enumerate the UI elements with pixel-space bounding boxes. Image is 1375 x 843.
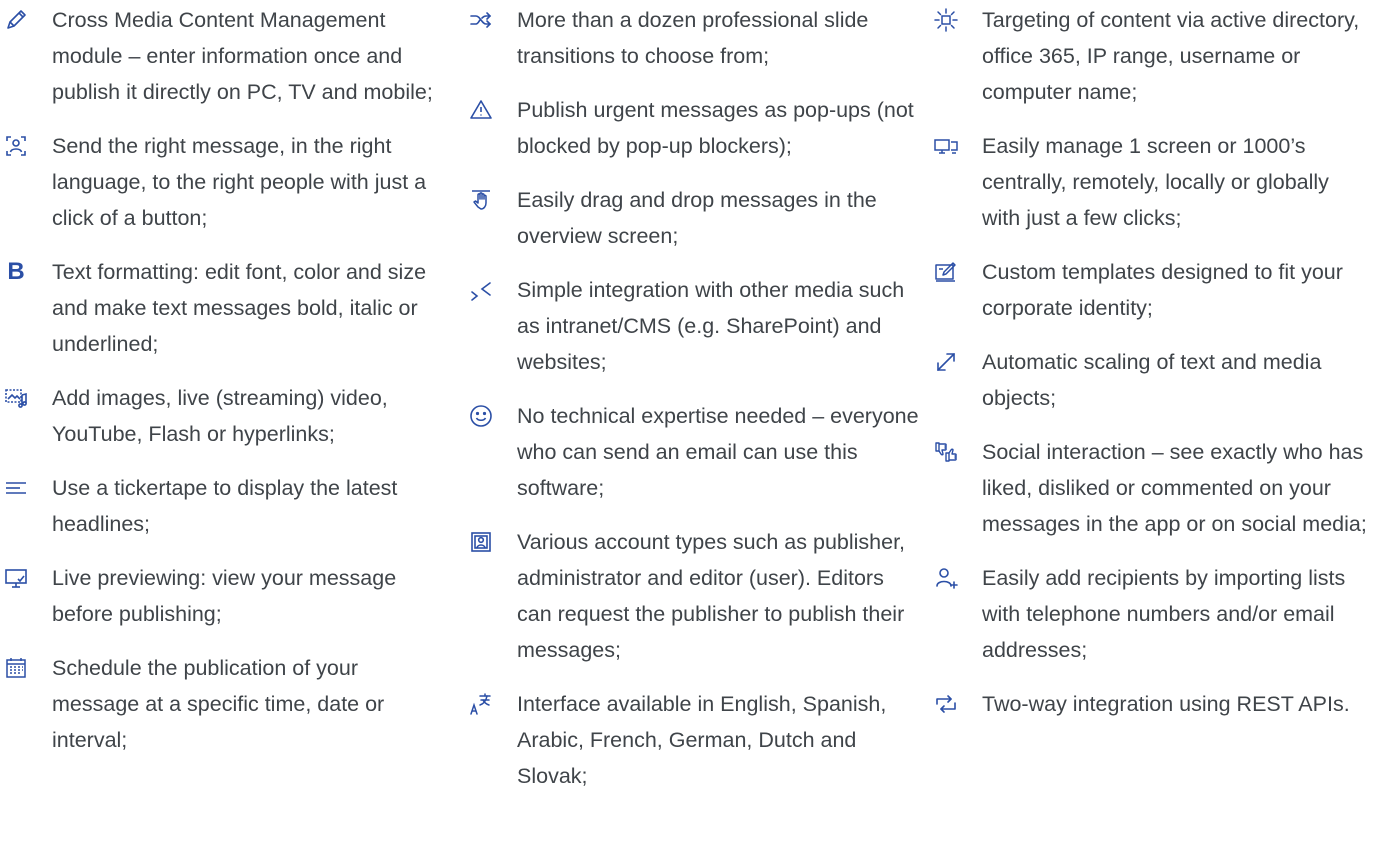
scale-arrow-icon xyxy=(934,350,958,374)
feature-text: No technical expertise needed – everyone… xyxy=(517,404,919,500)
feature-item: Live previewing: view your message befor… xyxy=(0,560,445,632)
language-icon xyxy=(469,692,493,716)
targeting-sun-icon xyxy=(934,8,958,32)
feature-item: B Text formatting: edit font, color and … xyxy=(0,254,445,362)
feature-text: Easily add recipients by importing lists… xyxy=(982,566,1346,662)
feature-item: Schedule the publication of your message… xyxy=(0,650,445,758)
feature-item: Two-way integration using REST APIs. xyxy=(930,686,1370,722)
feature-item: Social interaction – see exactly who has… xyxy=(930,434,1370,542)
feature-column-1: Cross Media Content Management module – … xyxy=(0,2,445,776)
ticker-lines-icon xyxy=(4,476,28,500)
feature-text: Interface available in English, Spanish,… xyxy=(517,692,887,788)
feature-text: Easily drag and drop messages in the ove… xyxy=(517,188,877,248)
target-person-icon xyxy=(4,134,28,158)
feature-item: Simple integration with other media such… xyxy=(465,272,920,380)
feature-item: Easily add recipients by importing lists… xyxy=(930,560,1370,668)
feature-item: Various account types such as publisher,… xyxy=(465,524,920,668)
feature-item: Cross Media Content Management module – … xyxy=(0,2,445,110)
feature-text: Easily manage 1 screen or 1000’s central… xyxy=(982,134,1329,230)
integration-arrows-icon xyxy=(469,278,493,302)
feature-item: Automatic scaling of text and media obje… xyxy=(930,344,1370,416)
feature-item: No technical expertise needed – everyone… xyxy=(465,398,920,506)
feature-list-page: Cross Media Content Management module – … xyxy=(0,0,1375,843)
shuffle-icon xyxy=(469,8,493,32)
feature-item: Add images, live (streaming) video, YouT… xyxy=(0,380,445,452)
feature-text: Two-way integration using REST APIs. xyxy=(982,692,1350,716)
feature-text: Custom templates designed to fit your co… xyxy=(982,260,1343,320)
feature-text: Cross Media Content Management module – … xyxy=(52,8,433,104)
feature-text: Send the right message, in the right lan… xyxy=(52,134,427,230)
feature-text: Social interaction – see exactly who has… xyxy=(982,440,1367,536)
feature-text: Use a tickertape to display the latest h… xyxy=(52,476,398,536)
drag-hand-icon xyxy=(469,188,493,212)
calendar-icon xyxy=(4,656,28,680)
feature-item: Easily manage 1 screen or 1000’s central… xyxy=(930,128,1370,236)
feature-item: Easily drag and drop messages in the ove… xyxy=(465,182,920,254)
feature-text: Publish urgent messages as pop-ups (not … xyxy=(517,98,914,158)
feature-item: Publish urgent messages as pop-ups (not … xyxy=(465,92,920,164)
feature-item: Interface available in English, Spanish,… xyxy=(465,686,920,794)
thumbs-icon xyxy=(934,440,958,464)
feature-item: More than a dozen professional slide tra… xyxy=(465,2,920,74)
feature-item: Custom templates designed to fit your co… xyxy=(930,254,1370,326)
screens-icon xyxy=(934,134,958,158)
feature-text: Add images, live (streaming) video, YouT… xyxy=(52,386,388,446)
feature-text: More than a dozen professional slide tra… xyxy=(517,8,869,68)
media-icon xyxy=(4,386,28,410)
feature-text: Automatic scaling of text and media obje… xyxy=(982,350,1322,410)
preview-monitor-icon xyxy=(4,566,28,590)
feature-text: Text formatting: edit font, color and si… xyxy=(52,260,427,356)
bold-icon: B xyxy=(7,258,25,285)
warning-icon xyxy=(469,98,493,122)
pencil-icon xyxy=(4,8,28,32)
two-way-sync-icon xyxy=(934,692,958,716)
account-badge-icon xyxy=(469,530,493,554)
feature-text: Simple integration with other media such… xyxy=(517,278,905,374)
template-edit-icon xyxy=(934,260,958,284)
feature-text: Schedule the publication of your message… xyxy=(52,656,385,752)
smiley-icon xyxy=(469,404,493,428)
feature-item: Targeting of content via active director… xyxy=(930,2,1370,110)
feature-item: Send the right message, in the right lan… xyxy=(0,128,445,236)
feature-text: Various account types such as publisher,… xyxy=(517,530,906,662)
feature-text: Targeting of content via active director… xyxy=(982,8,1360,104)
feature-item: Use a tickertape to display the latest h… xyxy=(0,470,445,542)
feature-text: Live previewing: view your message befor… xyxy=(52,566,397,626)
feature-column-2: More than a dozen professional slide tra… xyxy=(465,2,920,812)
feature-column-3: Targeting of content via active director… xyxy=(930,2,1370,740)
add-user-icon xyxy=(934,566,958,590)
